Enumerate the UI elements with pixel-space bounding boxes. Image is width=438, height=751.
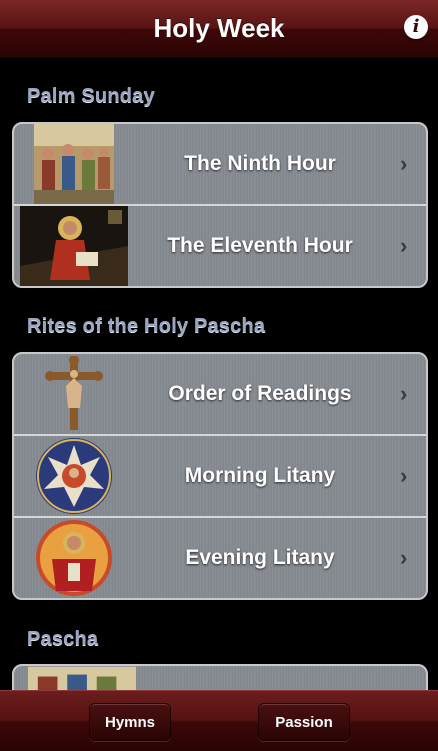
- hymns-button[interactable]: Hymns: [89, 703, 171, 741]
- list-item-label: Evening Litany: [185, 546, 335, 569]
- section-header-pascha: Pascha: [27, 628, 99, 650]
- page-title: Holy Week: [153, 13, 285, 43]
- palm-sunday-group: The Ninth Hour › The Eleventh Hour ›: [12, 122, 428, 288]
- list-item-evening-litany[interactable]: Evening Litany ›: [14, 518, 426, 598]
- list-item-label: Order of Readings: [168, 382, 352, 405]
- list-item-ninth-hour[interactable]: The Ninth Hour ›: [14, 124, 426, 206]
- chevron-right-icon: ›: [400, 545, 408, 570]
- section-header-palm-sunday: Palm Sunday: [27, 85, 155, 107]
- saint-writing-icon: [20, 206, 128, 286]
- pascha-group: [12, 664, 428, 690]
- pascha-painting-icon: [28, 666, 136, 690]
- chevron-right-icon: ›: [400, 233, 408, 258]
- star-icon: [20, 436, 128, 516]
- list-item-label: The Eleventh Hour: [167, 234, 353, 257]
- list-item-pascha[interactable]: [14, 666, 426, 690]
- rites-group: Order of Readings › Morning Litany › Eve…: [12, 352, 428, 600]
- christ-icon: [20, 518, 128, 598]
- list-item-order-of-readings[interactable]: Order of Readings ›: [14, 354, 426, 436]
- list-item-label: Morning Litany: [184, 464, 336, 487]
- crowd-painting-icon: [20, 124, 128, 204]
- list-item-eleventh-hour[interactable]: The Eleventh Hour ›: [14, 206, 426, 286]
- nav-bar: Holy Week i: [0, 0, 438, 58]
- section-header-rites: Rites of the Holy Pascha: [27, 315, 266, 337]
- chevron-right-icon: ›: [400, 381, 408, 406]
- passion-button[interactable]: Passion: [258, 703, 350, 741]
- list-item-label: The Ninth Hour: [184, 152, 336, 175]
- content-area: Palm Sunday The Ninth Hour › The Elevent…: [0, 58, 438, 690]
- bottom-toolbar: Hymns Passion: [0, 690, 438, 751]
- crucifix-icon: [20, 354, 128, 434]
- chevron-right-icon: ›: [400, 151, 408, 176]
- info-icon[interactable]: i: [404, 15, 428, 39]
- chevron-right-icon: ›: [400, 463, 408, 488]
- list-item-morning-litany[interactable]: Morning Litany ›: [14, 436, 426, 518]
